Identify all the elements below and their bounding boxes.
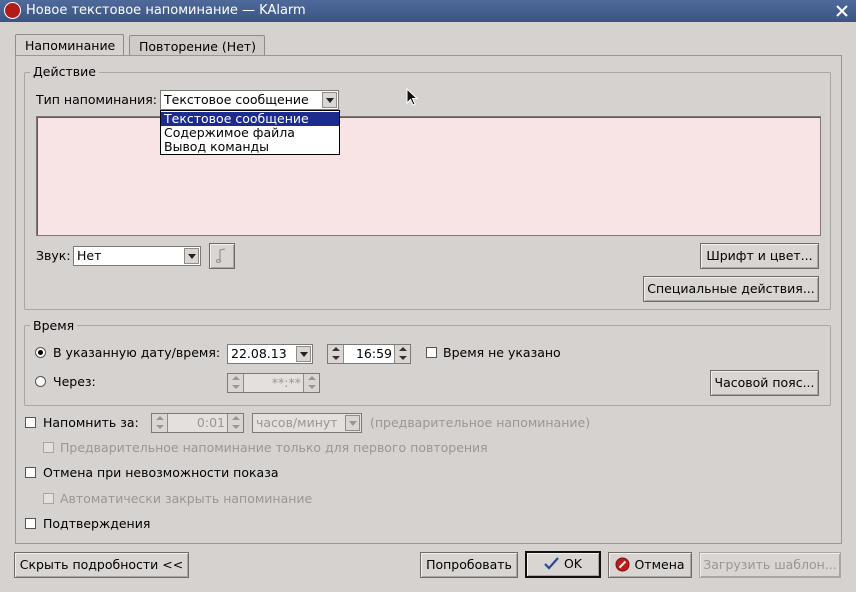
alarm-type-value: Текстовое сообщение [164,92,309,107]
spin-arrows-icon[interactable] [152,414,168,432]
chevron-down-icon [184,248,199,264]
sound-label: Звук: [36,248,71,263]
any-time-checkbox[interactable] [426,347,437,358]
spin-arrows-icon[interactable] [328,345,344,363]
reminder-spinbox[interactable]: 0:01 [151,413,244,433]
special-actions-button[interactable]: Специальные действия... [643,276,819,302]
font-color-button[interactable]: Шрифт и цвет... [700,243,819,269]
ok-button[interactable]: OK [525,551,601,578]
reminder-units-value: часов/минут [256,415,338,430]
spin-arrows-icon[interactable] [394,345,410,363]
dropdown-option-command-output[interactable]: Вывод команды [161,140,339,154]
load-template-button[interactable]: Загрузить шаблон... [699,552,841,578]
alarm-type-label: Тип напоминания: [36,92,157,107]
at-date-label: В указанную дату/время: [53,345,221,360]
confirm-ack-checkbox[interactable] [25,518,36,529]
alarm-type-combo[interactable]: Текстовое сообщение [160,90,339,110]
sound-value: Нет [77,248,102,263]
cancel-if-late-label: Отмена при невозможности показа [43,465,279,480]
chevron-down-icon [345,415,360,431]
reminder-first-only-checkbox[interactable] [43,442,54,453]
reminder-checkbox[interactable] [25,417,36,428]
any-time-label: Время не указано [443,345,561,360]
load-template-button-label: Загрузить шаблон... [703,557,837,572]
spin-arrows-icon[interactable] [303,374,319,392]
spin-arrows-icon[interactable] [228,374,244,392]
after-time-spinbox[interactable]: **:** [227,373,320,393]
date-value: 22.08.13 [231,346,287,361]
reminder-value: 0:01 [196,415,225,430]
hide-details-button[interactable]: Скрыть подробности << [14,552,189,578]
reminder-hint: (предварительное напоминание) [370,415,591,430]
time-group-title: Время [30,318,78,333]
music-note-icon [215,248,226,264]
message-text-area[interactable] [36,116,821,236]
hide-details-button-label: Скрыть подробности << [19,557,184,572]
kalarm-app-icon [4,2,21,19]
chevron-down-icon [322,92,337,108]
cancel-button[interactable]: Отмена [608,552,692,578]
at-date-radio[interactable] [35,347,46,358]
close-icon[interactable] [832,1,852,21]
timezone-button[interactable]: Часовой пояс... [710,370,819,396]
mouse-pointer-icon [406,88,419,106]
spin-arrows-icon[interactable] [227,414,243,432]
title-bar[interactable]: Новое текстовое напоминание — KAlarm [0,0,856,22]
try-button-label: Попробовать [426,557,512,572]
date-combo[interactable]: 22.08.13 [227,344,313,364]
reminder-units-combo[interactable]: часов/минут [252,413,362,433]
try-button[interactable]: Попробовать [420,552,518,578]
tab-reminder-label: Напоминание [25,38,116,53]
reminder-label: Напомнить за: [43,415,139,430]
tab-recurrence[interactable]: Повторение (Нет) [129,35,266,56]
sound-picker-button[interactable] [209,243,235,269]
tab-reminder[interactable]: Напоминание [15,34,125,56]
action-group-title: Действие [30,64,99,79]
auto-close-checkbox[interactable] [43,493,54,504]
ok-button-label: OK [563,556,583,571]
alarm-type-dropdown[interactable]: Текстовое сообщение Содержимое файла Выв… [160,110,340,155]
tab-recurrence-label: Повторение (Нет) [139,39,257,54]
window-title: Новое текстовое напоминание — KAlarm [26,3,306,18]
chevron-down-icon [296,346,311,362]
time-spinbox[interactable]: 16:59 [327,344,411,364]
after-time-label: Через: [53,374,96,389]
cancel-button-label: Отмена [634,557,685,572]
auto-close-label: Автоматически закрыть напоминание [60,491,313,506]
special-actions-button-label: Специальные действия... [647,281,815,296]
dropdown-option-text-message[interactable]: Текстовое сообщение [161,112,339,126]
sound-combo[interactable]: Нет [73,246,201,266]
reminder-first-only-label: Предварительное напоминание только для п… [60,440,488,455]
time-value: 16:59 [355,346,392,361]
after-time-radio[interactable] [35,376,46,387]
timezone-button-label: Часовой пояс... [714,375,815,390]
confirm-ack-label: Подтверждения [43,516,151,531]
dropdown-option-file-contents[interactable]: Содержимое файла [161,126,339,140]
checkmark-icon [544,557,559,570]
font-color-button-label: Шрифт и цвет... [706,248,813,263]
cancel-if-late-checkbox[interactable] [25,467,36,478]
cancel-icon [615,557,630,572]
after-time-value: **:** [271,375,301,390]
